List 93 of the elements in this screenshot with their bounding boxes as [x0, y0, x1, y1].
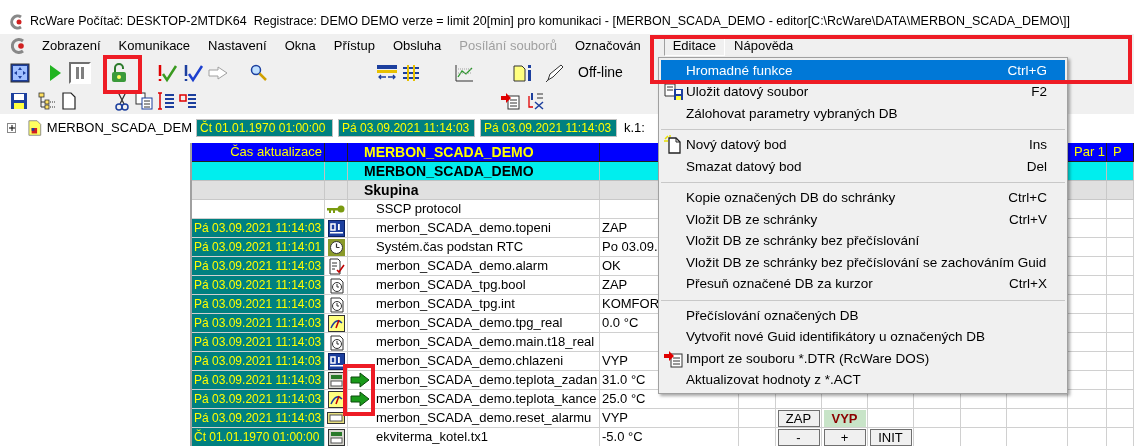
point-name: merbon_SCADA_demo.alarm	[375, 257, 548, 276]
menu-option[interactable]: Kopie označených DB do schránky Ctrl+C	[661, 187, 1065, 209]
time-cell: Pá 03.09.2021 11:14:01	[192, 238, 325, 257]
grid-cell	[1007, 409, 1068, 428]
grid-cell	[961, 409, 1007, 428]
grid-button[interactable]: VYP	[823, 409, 866, 427]
list-insert-icon[interactable]	[155, 90, 177, 112]
menu-item[interactable]: Komunikace	[109, 35, 200, 56]
import-icon	[664, 349, 684, 368]
grid-cell	[1107, 295, 1134, 314]
grid-cell	[1107, 390, 1134, 409]
grid-cell	[1107, 371, 1134, 390]
time-cell: Pá 03.09.2021 11:14:03	[192, 409, 325, 428]
group-label: Skupina	[348, 181, 600, 200]
timestamp-field: Pá 03.09.2021 11:14:03	[338, 118, 475, 137]
value-cell: -5.0 °C	[600, 428, 739, 446]
grid-cell	[1107, 181, 1134, 200]
time-cell: Pá 03.09.2021 11:14:03	[192, 219, 325, 238]
pause-button[interactable]	[69, 61, 91, 84]
grid-cell	[1107, 219, 1134, 238]
grid-cell	[914, 409, 961, 428]
tree-icon[interactable]	[36, 90, 58, 112]
app-logo-icon	[10, 14, 24, 30]
time-cell: Pá 03.09.2021 11:14:03	[192, 295, 325, 314]
time-cell: Pá 03.09.2021 11:14:03	[192, 257, 325, 276]
move-icon[interactable]	[9, 61, 31, 84]
highlight-frame	[343, 364, 375, 416]
point-name: ekviterma_kotel.tx1	[375, 428, 488, 446]
point-name: merbon_SCADA_demo.chlazeni	[375, 352, 564, 371]
time-cell: Pá 03.09.2021 11:14:03	[192, 333, 325, 352]
point-name: merbon_SCADA_demo.main.t18_real	[375, 333, 595, 352]
save-icon[interactable]	[8, 90, 30, 112]
grid-button[interactable]: +	[823, 428, 866, 446]
point-name: merbon_SCADA_tpg.bool	[375, 276, 526, 295]
point-name: Systém.čas podstan RTC	[375, 238, 524, 257]
point-name: SSCP protocol	[375, 200, 462, 219]
grid-button[interactable]: INIT	[869, 428, 912, 446]
arrow-right-icon	[350, 391, 370, 407]
grid-cell	[1068, 390, 1107, 409]
point-name: merbon_SCADA_demo.topeni	[375, 219, 551, 238]
highlight-frame	[103, 55, 142, 94]
pause-icon	[75, 65, 85, 80]
grid-button[interactable]: ZAP	[777, 409, 820, 427]
grid-cell	[1107, 409, 1134, 428]
arrow-right-icon	[350, 372, 370, 388]
grid-cell	[1107, 333, 1134, 352]
time-cell: Pá 03.09.2021 11:14:03	[192, 314, 325, 333]
timestamp-field: Pá 03.09.2021 11:14:03	[480, 118, 617, 137]
import-icon[interactable]	[500, 90, 522, 112]
document-save-icon	[664, 83, 684, 102]
key-icon	[327, 205, 345, 213]
document-icon	[28, 118, 43, 137]
time-cell: Pá 03.09.2021 11:14:03	[192, 371, 325, 390]
timestamp-field: Čt 01.01.1970 01:00:00	[196, 118, 333, 137]
menu-item[interactable]: Nápověda	[725, 35, 803, 56]
time-cell: Pá 03.09.2021 11:14:03	[192, 352, 325, 371]
grid-cell	[1107, 200, 1134, 219]
point-name: merbon_SCADA_demo.reset_alarmu	[375, 409, 592, 428]
menu-item[interactable]: Nastavení	[199, 35, 276, 56]
grid-cell	[1068, 409, 1107, 428]
menu-item[interactable]: Zobrazení	[33, 35, 110, 56]
menu-option[interactable]: Nový datový bod Ins	[661, 134, 1065, 156]
point-name: merbon_SCADA_demo.teplota_zadan	[375, 371, 598, 390]
point-name: merbon_SCADA_demo.teplota_kance	[375, 390, 597, 409]
menu-option[interactable]: Hromadné funkce Ctrl+G	[661, 60, 1065, 82]
channel-label: k.1:	[624, 118, 645, 137]
menu-item[interactable]: Okna	[275, 35, 325, 56]
point-name: merbon_SCADA_demo.tpg_real	[375, 314, 563, 333]
grid-cell	[1107, 238, 1134, 257]
app-logo-icon	[11, 37, 27, 54]
new-document-icon	[664, 135, 684, 156]
grid-button[interactable]: -	[777, 428, 820, 446]
menu-option[interactable]: Zálohovat parametry vybraných DB	[661, 103, 1065, 125]
point-name: merbon_SCADA_tpg.int	[375, 295, 515, 314]
window-title: RcWare Počítač: DESKTOP-2MTDK64 Registrace: DEMO DEMO verze = limit 20[min] pro komunikaci - [MERBON_SCADA_DEMO - editor[C:\RcWare\DATA\MERBON_SCADA_DEMO\]]	[30, 13, 1070, 31]
menu-item[interactable]: Označován	[565, 35, 650, 56]
grid-cell	[1107, 276, 1134, 295]
tree-item[interactable]: MERBON_SCADA_DEM	[46, 117, 192, 138]
menu-option[interactable]: Uložit datový soubor F2	[661, 81, 1065, 103]
menu-option[interactable]: Smazat datový bod Del	[661, 156, 1065, 178]
ok-icon	[327, 412, 345, 424]
value-cell: VYP	[600, 409, 739, 428]
grid-cell	[1107, 314, 1134, 333]
menu-item[interactable]: Obsluha	[383, 35, 451, 56]
grid-cell	[1107, 352, 1134, 371]
grid-cell	[1107, 257, 1134, 276]
menu-item[interactable]: Přístup	[324, 35, 384, 56]
connection-status: Off-line	[578, 63, 623, 82]
time-cell: Čt 01.01.1970 01:00:00	[192, 428, 325, 446]
expand-toggle[interactable]	[7, 122, 17, 133]
copy-icon[interactable]	[133, 90, 155, 112]
time-cell: Pá 03.09.2021 11:14:03	[192, 276, 325, 295]
time-cell: Pá 03.09.2021 11:14:03	[192, 390, 325, 409]
